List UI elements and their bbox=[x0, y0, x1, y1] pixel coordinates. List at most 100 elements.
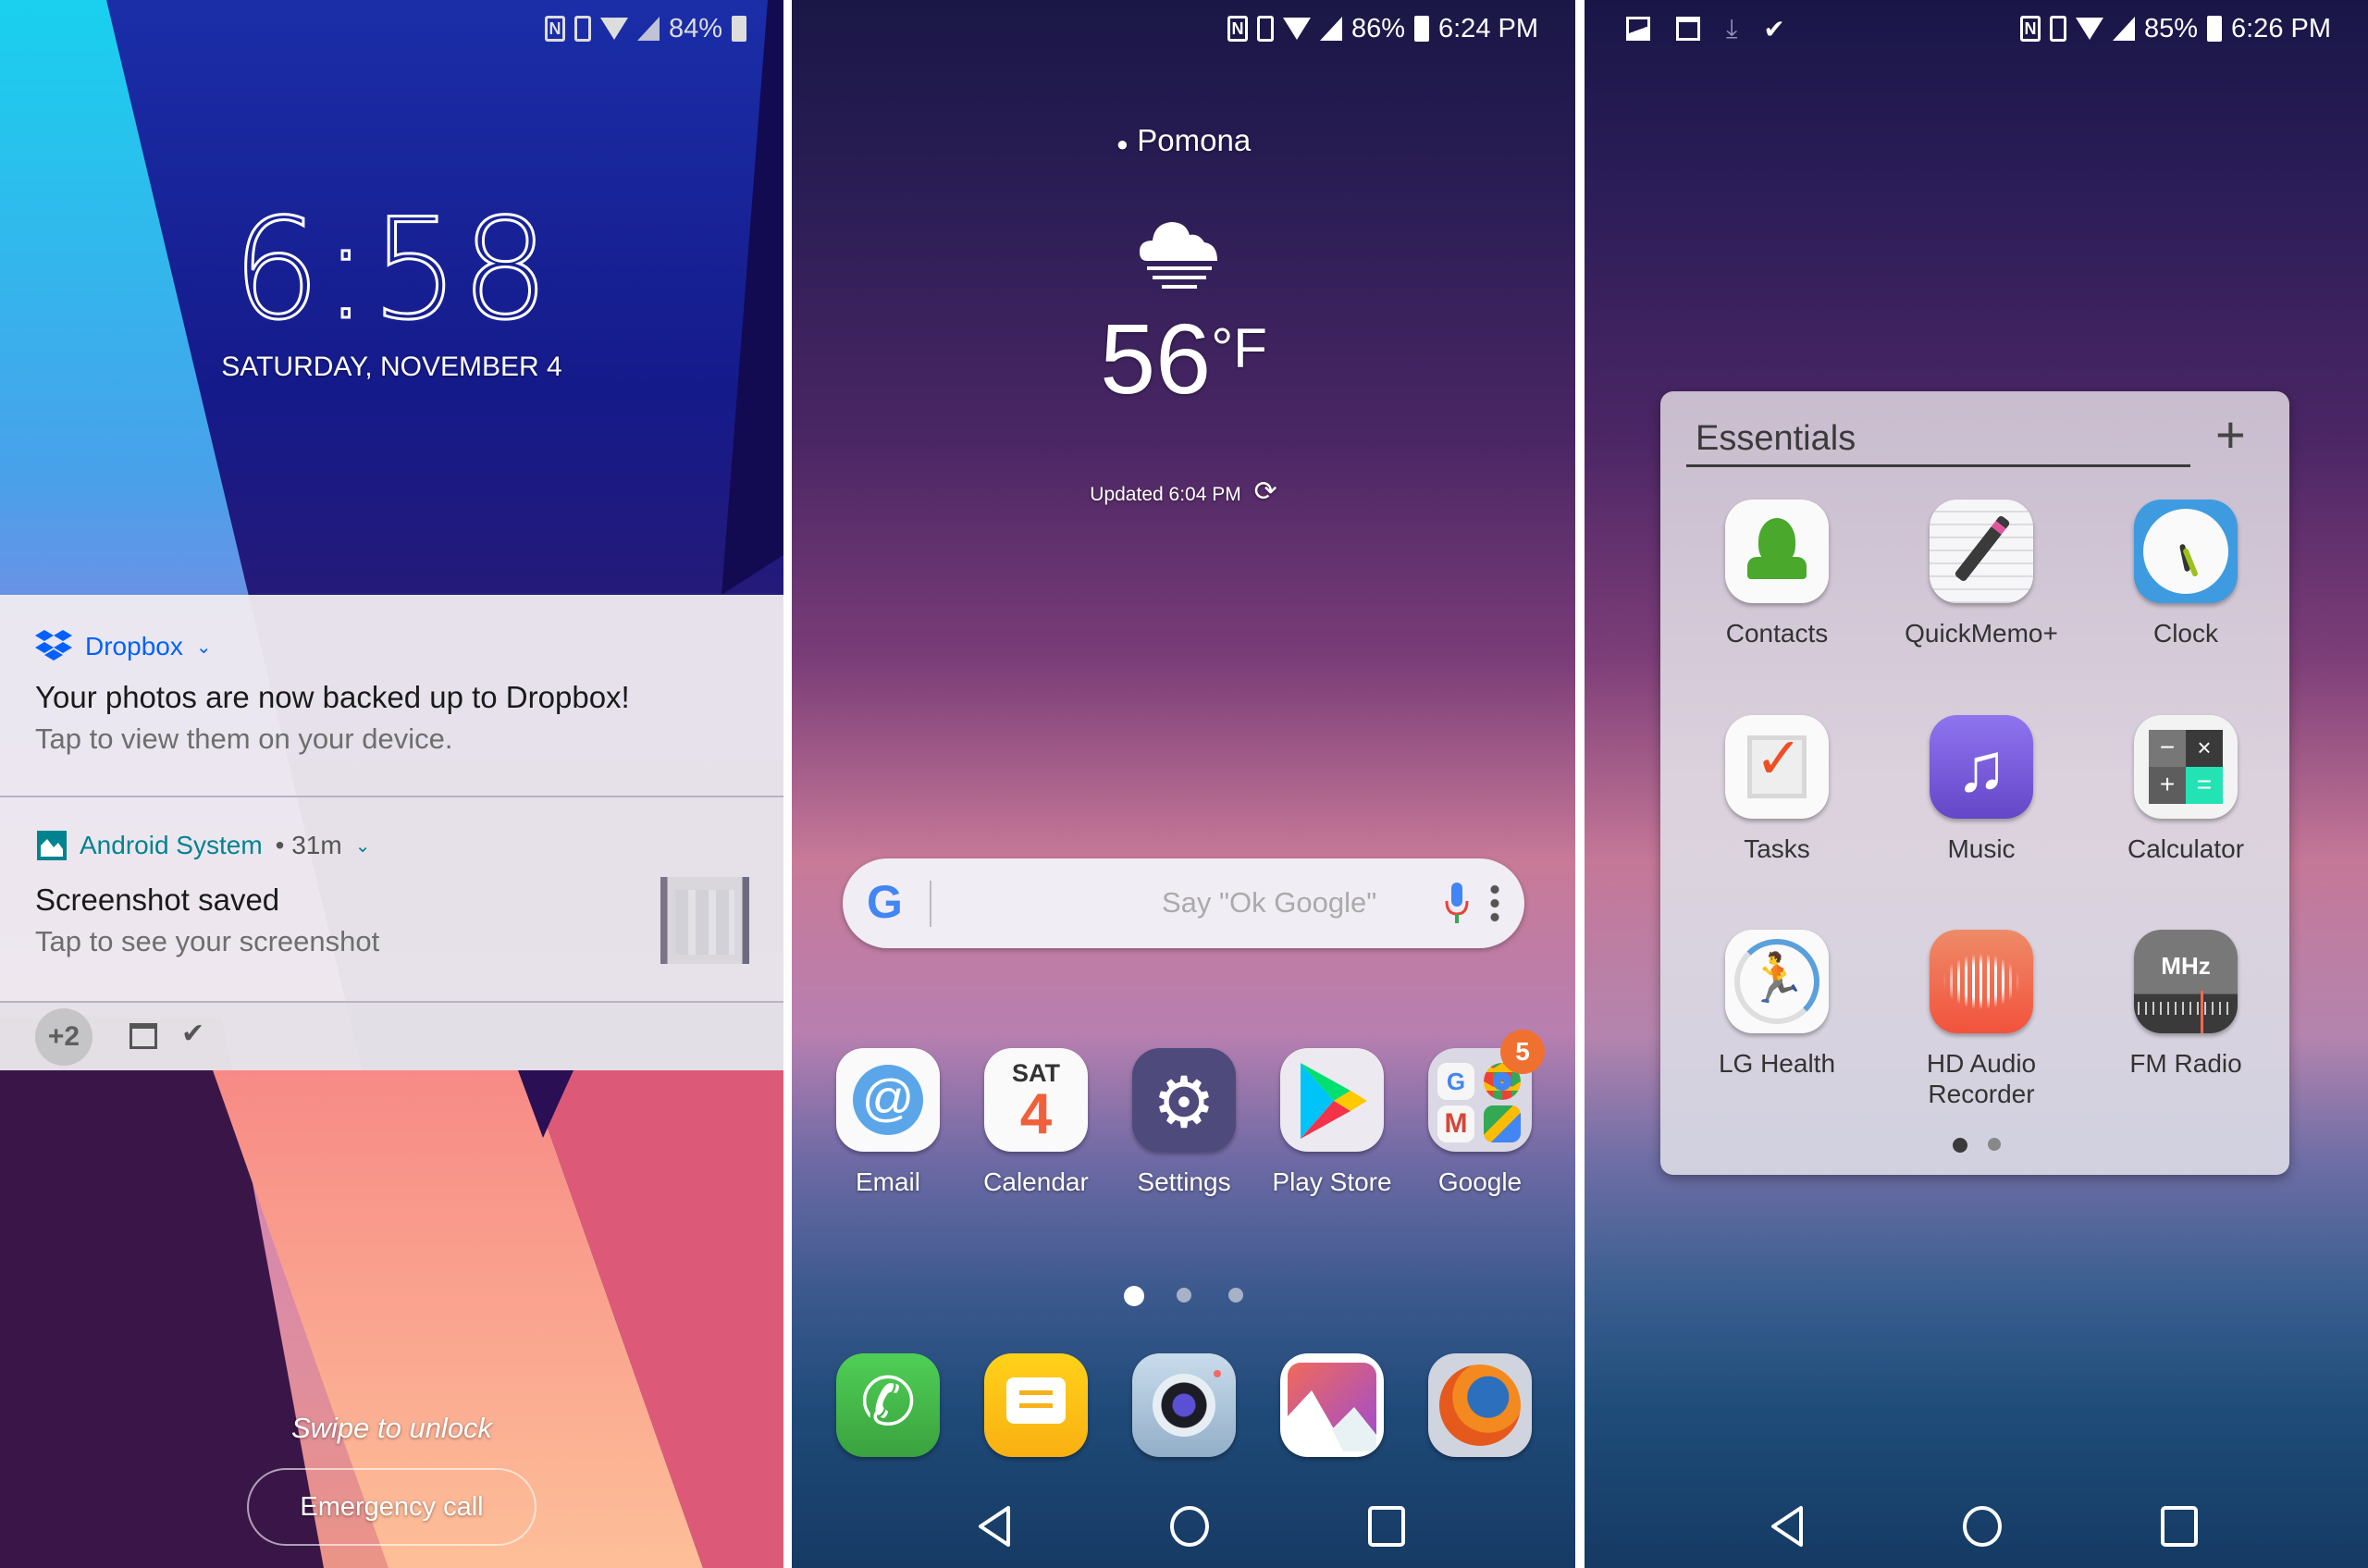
app-contacts[interactable]: Contacts bbox=[1725, 500, 1829, 648]
google-folder-icon: G M 5 bbox=[1428, 1030, 1545, 1152]
more-options-icon[interactable] bbox=[1490, 883, 1499, 923]
notification-time: • 31m bbox=[275, 831, 342, 859]
notification-badge: 5 bbox=[1500, 1030, 1545, 1074]
image-icon bbox=[1626, 17, 1650, 41]
page-indicator-2[interactable] bbox=[1177, 1288, 1191, 1303]
download-icon: ⤓ bbox=[1726, 13, 1738, 43]
dock-phone[interactable]: ✆ bbox=[836, 1353, 940, 1457]
notification-title: Your photos are now backed up to Dropbox… bbox=[35, 680, 630, 714]
weather-updated: Updated 6:04 PM bbox=[1090, 484, 1241, 505]
google-logo-icon: G bbox=[867, 876, 903, 928]
google-search-bar[interactable]: G Say "Ok Google" bbox=[843, 858, 1524, 948]
app-tasks[interactable]: ✓ Tasks bbox=[1725, 715, 1829, 863]
folder-page-indicator-2[interactable] bbox=[1988, 1138, 2001, 1151]
app-email[interactable]: @ Email bbox=[836, 1048, 940, 1196]
folder-panel: ⤓ ✔ N 85% 6:26 PM Essentials + Contacts … bbox=[1585, 0, 2368, 1568]
page-indicator-3[interactable] bbox=[1228, 1288, 1243, 1303]
app-clock[interactable]: Clock bbox=[2134, 500, 2238, 648]
screenshot-thumbnail[interactable] bbox=[660, 877, 749, 964]
dock-firefox[interactable] bbox=[1428, 1353, 1532, 1457]
cloud-fog-icon bbox=[1140, 222, 1217, 289]
checklist-icon: ✔ bbox=[181, 1019, 205, 1049]
checklist-icon: ✔ bbox=[1763, 14, 1785, 43]
notification-overflow: +2 ✔ bbox=[0, 1003, 783, 1070]
home-button[interactable] bbox=[1162, 1499, 1217, 1554]
page-indicator-1[interactable] bbox=[1124, 1286, 1144, 1306]
wifi-icon bbox=[599, 18, 628, 40]
folder-page-indicator-1[interactable] bbox=[1953, 1138, 1967, 1153]
dock-messages[interactable] bbox=[984, 1353, 1088, 1457]
notification-title: Screenshot saved bbox=[35, 883, 280, 917]
message-icon bbox=[1006, 1377, 1066, 1424]
weather-widget[interactable]: ● Pomona 56°F Updated 6:04 PM ⟳ bbox=[792, 0, 1575, 518]
pencil-icon bbox=[1954, 514, 2011, 583]
signal-icon bbox=[636, 17, 660, 41]
app-hd-audio-recorder[interactable]: HD Audio Recorder bbox=[1927, 930, 2036, 1108]
app-music[interactable]: ♫ Music bbox=[1930, 715, 2033, 863]
back-button[interactable] bbox=[968, 1499, 1023, 1554]
battery-percent: 84% bbox=[668, 13, 722, 43]
firefox-icon bbox=[1439, 1364, 1521, 1446]
calendar-icon: SAT 4 bbox=[984, 1048, 1088, 1152]
lockscreen-panel: N 84% 6:58 SATURDAY, NOVEMBER 4 Dropbox … bbox=[0, 0, 783, 1568]
swipe-hint: Swipe to unlock bbox=[290, 1412, 493, 1444]
search-placeholder: Say "Ok Google" bbox=[1162, 886, 1377, 919]
homescreen-panel: N 86% 6:24 PM ● Pomona 56°F Updated 6:04… bbox=[792, 0, 1575, 1568]
lock-clock: 6:58 bbox=[231, 189, 551, 352]
notification-dropbox[interactable]: Dropbox ⌄ Your photos are now backed up … bbox=[0, 595, 783, 796]
phone-icon: ✆ bbox=[859, 1365, 917, 1439]
image-icon bbox=[37, 831, 67, 860]
signal-icon bbox=[2112, 17, 2135, 41]
nfc-icon: N bbox=[544, 16, 565, 42]
app-lg-health[interactable]: 🏃 LG Health bbox=[1719, 930, 1835, 1078]
more-notifications-badge[interactable]: +2 bbox=[35, 1008, 92, 1066]
status-time: 6:26 PM bbox=[2231, 13, 2331, 43]
chevron-down-icon[interactable]: ⌄ bbox=[196, 636, 212, 659]
camera-icon bbox=[1153, 1374, 1215, 1437]
dropbox-icon bbox=[35, 630, 72, 661]
recents-button[interactable] bbox=[1359, 1499, 1414, 1554]
refresh-icon[interactable]: ⟳ bbox=[1254, 476, 1277, 507]
news-icon bbox=[1676, 17, 1700, 41]
app-calendar[interactable]: SAT 4 Calendar bbox=[983, 1048, 1089, 1196]
emergency-call-button[interactable]: Emergency call bbox=[247, 1468, 536, 1546]
notification-screenshot[interactable]: Android System • 31m ⌄ Screenshot saved … bbox=[0, 797, 783, 1001]
lock-date: SATURDAY, NOVEMBER 4 bbox=[221, 352, 562, 382]
home-button[interactable] bbox=[1955, 1499, 2010, 1554]
news-icon bbox=[130, 1023, 157, 1049]
gear-icon: ⚙ bbox=[1152, 1064, 1216, 1142]
notification-shade: Dropbox ⌄ Your photos are now backed up … bbox=[0, 595, 783, 1070]
app-play-store[interactable]: Play Store bbox=[1272, 1048, 1392, 1196]
vibrate-icon bbox=[574, 16, 591, 42]
folder-name-input[interactable]: Essentials bbox=[1686, 410, 2190, 467]
folder-popup: Essentials + Contacts QuickMemo+ Clock ✓… bbox=[1660, 391, 2289, 1175]
app-calculator[interactable]: − × + = Calculator bbox=[2128, 715, 2244, 863]
email-icon: @ bbox=[853, 1065, 923, 1135]
vibrate-icon bbox=[2049, 16, 2066, 42]
back-button[interactable] bbox=[1760, 1499, 1816, 1554]
gallery-icon bbox=[1288, 1363, 1376, 1451]
app-settings[interactable]: ⚙ Settings bbox=[1132, 1048, 1236, 1196]
status-bar: N 85% 6:26 PM bbox=[2019, 9, 2331, 48]
app-quickmemo[interactable]: QuickMemo+ bbox=[1905, 500, 2058, 648]
battery-icon bbox=[2207, 16, 2222, 42]
location-pin-icon: ● bbox=[1116, 132, 1129, 155]
waveform-icon bbox=[1942, 954, 2020, 1009]
chevron-down-icon[interactable]: ⌄ bbox=[355, 834, 371, 858]
notification-icons: ⤓ ✔ bbox=[1626, 9, 1785, 48]
play-store-icon bbox=[1301, 1063, 1367, 1139]
microphone-icon[interactable] bbox=[1444, 883, 1470, 925]
wifi-icon bbox=[2075, 18, 2103, 40]
notification-text: Tap to see your screenshot bbox=[35, 925, 380, 957]
app-fm-radio[interactable]: MHz FM Radio bbox=[2129, 930, 2242, 1078]
recents-button[interactable] bbox=[2152, 1499, 2207, 1554]
radio-icon: MHz bbox=[2134, 930, 2238, 1033]
notification-app-name: Dropbox bbox=[85, 632, 183, 661]
folder-google[interactable]: G M 5 Google bbox=[1428, 1030, 1545, 1196]
music-note-icon: ♫ bbox=[1955, 729, 2007, 806]
dock-gallery[interactable] bbox=[1280, 1353, 1384, 1457]
calculator-icon: − × + = bbox=[2134, 715, 2238, 819]
add-app-button[interactable]: + bbox=[2215, 404, 2246, 464]
dock-camera[interactable] bbox=[1132, 1353, 1236, 1457]
weather-location: Pomona bbox=[1137, 123, 1252, 157]
